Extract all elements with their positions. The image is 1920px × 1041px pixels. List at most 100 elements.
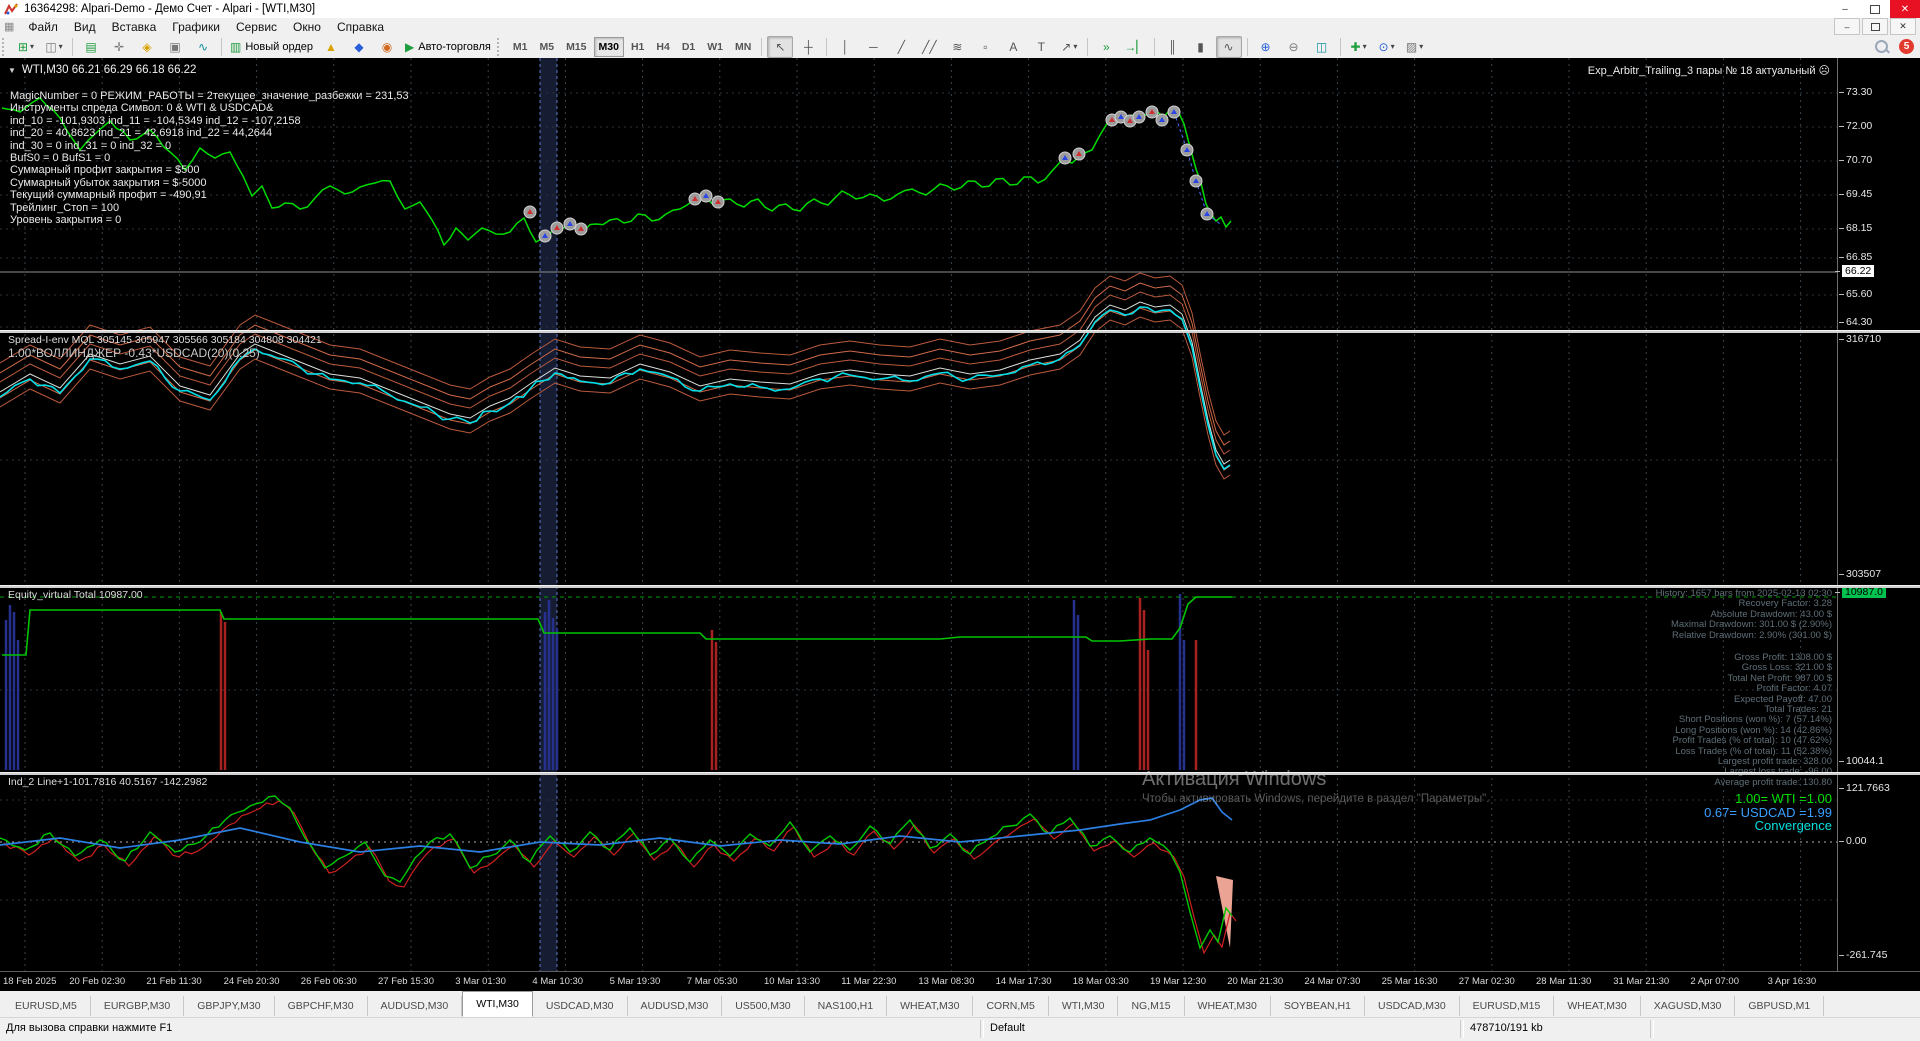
text-label-button[interactable]: T (1028, 36, 1054, 58)
search-button[interactable] (1868, 36, 1894, 58)
menu-item[interactable]: Вид (66, 18, 104, 35)
menu-item[interactable]: Вставка (104, 18, 165, 35)
panel-separator[interactable] (0, 330, 1920, 333)
vertical-line-button[interactable]: │ (832, 36, 858, 58)
periods-button[interactable]: ⊙ ▾ (1374, 36, 1400, 58)
timeframe-button[interactable]: MN (730, 37, 756, 57)
chart-tab[interactable]: EURUSD,M15 (1460, 996, 1555, 1016)
chart-tab[interactable]: AUDUSD,M30 (368, 996, 463, 1016)
chart-tab[interactable]: GBPUSD,M1 (1735, 996, 1825, 1016)
chart-shift-button[interactable]: →▏ (1121, 36, 1148, 58)
profiles-button[interactable]: ◫ ▾ (41, 36, 67, 58)
minimize-button[interactable]: – (1830, 0, 1860, 18)
line-chart-button[interactable]: ∿ (1215, 35, 1242, 58)
horizontal-line-button[interactable]: ─ (860, 36, 886, 58)
bar-chart-button[interactable]: ║ (1160, 36, 1186, 58)
trendline-button[interactable]: ╱ (888, 36, 914, 58)
zoom-out-button[interactable]: ⊖ (1281, 36, 1307, 58)
chart-tab[interactable]: WHEAT,M30 (1554, 996, 1641, 1016)
ea-comment-line: ind_10 = -101,9303 ind_11 = -104,5349 in… (10, 114, 301, 127)
panel-separator[interactable] (0, 585, 1920, 588)
autoscroll-button[interactable]: » (1093, 36, 1119, 58)
line-chart-icon: ∿ (1223, 39, 1234, 54)
chart-tab[interactable]: NG,M15 (1118, 996, 1185, 1016)
menu-item[interactable]: Окно (285, 18, 329, 35)
chart-tab[interactable]: USDCAD,M30 (1365, 996, 1460, 1016)
new-order-button[interactable]: ▥ Новый ордер (227, 36, 316, 58)
chart-tab[interactable]: GBPJPY,M30 (184, 996, 275, 1016)
tile-windows-button[interactable]: ◫ (1309, 36, 1335, 58)
market-watch-button[interactable]: ▤ (78, 36, 104, 58)
timeframe-button[interactable]: D1 (677, 37, 700, 57)
menu-item[interactable]: Справка (329, 18, 392, 35)
autotrade-button[interactable]: ▶ Авто-торговля (402, 36, 494, 58)
zoom-in-button[interactable]: ⊕ (1253, 36, 1279, 58)
time-axis[interactable]: 18 Feb 2025 20 Feb 02:30 21 Feb 11:30 24 Fe… (0, 971, 1920, 991)
chart-tab[interactable]: EURGBP,M30 (91, 996, 185, 1016)
chart-window-icon: ▦ (4, 21, 15, 33)
data-window-button[interactable]: ✛ (106, 36, 132, 58)
cursor-tool-button[interactable]: ↖ (767, 35, 794, 58)
timeframe-button[interactable]: M15 (561, 37, 591, 57)
news-button[interactable]: ◉ (374, 36, 400, 58)
chart-tab[interactable]: US500,M30 (722, 996, 805, 1016)
toolbar-grip[interactable] (2, 37, 9, 56)
status-profile[interactable]: Default (990, 1022, 1025, 1034)
chart-tab[interactable]: AUDUSD,M30 (628, 996, 723, 1016)
timeframe-button[interactable]: H1 (626, 37, 649, 57)
mdi-restore-button[interactable] (1862, 18, 1888, 35)
candlestick-chart-button[interactable]: ▮ (1188, 36, 1214, 58)
chart-tab[interactable]: WTI,M30 (1049, 996, 1119, 1016)
close-button[interactable]: ✕ (1890, 0, 1920, 18)
chart-tab[interactable]: USDCAD,M30 (533, 996, 628, 1016)
text-tool-button[interactable]: A (1000, 36, 1026, 58)
menu-item[interactable]: Графики (164, 18, 228, 35)
chart-symbol-header[interactable]: ▼ WTI,M30 66.21 66.29 66.18 66.22 (8, 64, 196, 76)
navigator-button[interactable]: ◈ (134, 36, 160, 58)
toolbar-grip[interactable] (496, 37, 504, 56)
templates-button[interactable]: ▨ ▾ (1402, 36, 1428, 58)
mdi-minimize-button[interactable]: – (1834, 18, 1860, 35)
time-axis-label: 7 Mar 05:30 (686, 976, 738, 987)
chart-tab[interactable]: WHEAT,M30 (887, 996, 974, 1016)
arrows-tool-button[interactable]: ↗ ▾ (1056, 36, 1082, 58)
restore-button[interactable] (1860, 0, 1890, 18)
chart-tab[interactable]: CORN,M5 (973, 996, 1049, 1016)
timeframe-button[interactable]: H4 (651, 37, 674, 57)
chart-tab[interactable]: NAS100,H1 (805, 996, 888, 1016)
timeframe-button[interactable]: M1 (508, 37, 533, 57)
mdi-window-controls: – ✕ (1832, 18, 1916, 35)
chart-tab[interactable]: WTI,M30 (462, 991, 533, 1017)
chart-tab[interactable]: EURUSD,M5 (2, 996, 91, 1016)
mql-editor-button[interactable]: ◆ (346, 36, 372, 58)
menu-bar: ▦ Файл Вид Вставка Графики Сервис Окно Справка… (0, 18, 1920, 36)
menu-item[interactable]: Сервис (228, 18, 285, 35)
strategy-tester-button[interactable]: ∿ (190, 36, 216, 58)
mdi-close-button[interactable]: ✕ (1890, 18, 1916, 35)
notifications-badge[interactable]: 5 (1899, 39, 1914, 54)
shapes-button[interactable]: ▫ (972, 36, 998, 58)
chart-tab[interactable]: GBPCHF,M30 (275, 996, 368, 1016)
convergence-label: Convergence (1754, 818, 1832, 833)
chart-tabs-bar: EURUSD,M5 EURGBP,M30 GBPJPY,M30 GBPCHF,M30 A… (0, 990, 1920, 1017)
ea-status-face-icon[interactable]: ☹ (1819, 65, 1830, 77)
indicators-button[interactable]: ✚ ▾ (1346, 36, 1372, 58)
fibonacci-button[interactable]: ≋ (944, 36, 970, 58)
time-axis-label: 2 Apr 07:00 (1690, 976, 1739, 987)
panel-separator[interactable] (0, 772, 1920, 775)
new-chart-button[interactable]: ⊞ ▾ (13, 36, 39, 58)
timeframe-button[interactable]: M30 (593, 36, 624, 57)
metaeditor-button[interactable]: ▲ (318, 36, 344, 58)
channel-button[interactable]: ╱╱ (916, 36, 942, 58)
chart-tab[interactable]: WHEAT,M30 (1185, 996, 1271, 1016)
crosshair-tool-button[interactable]: ┼ (795, 36, 821, 58)
status-traffic: 478710/191 kb (1470, 1022, 1543, 1034)
chart-tab[interactable]: XAGUSD,M30 (1641, 996, 1736, 1016)
menu-item[interactable]: Файл (20, 18, 66, 35)
timeframe-button[interactable]: M5 (534, 37, 559, 57)
terminal-button[interactable]: ▣ (162, 36, 188, 58)
price-scale[interactable]: 73.30 72.00 70.70 69.45 68.15 66.85 66.22 65.60… (1834, 58, 1920, 971)
timeframe-button[interactable]: W1 (702, 37, 728, 57)
trendline-icon: ╱ (897, 39, 905, 54)
chart-tab[interactable]: SOYBEAN,H1 (1271, 996, 1365, 1016)
